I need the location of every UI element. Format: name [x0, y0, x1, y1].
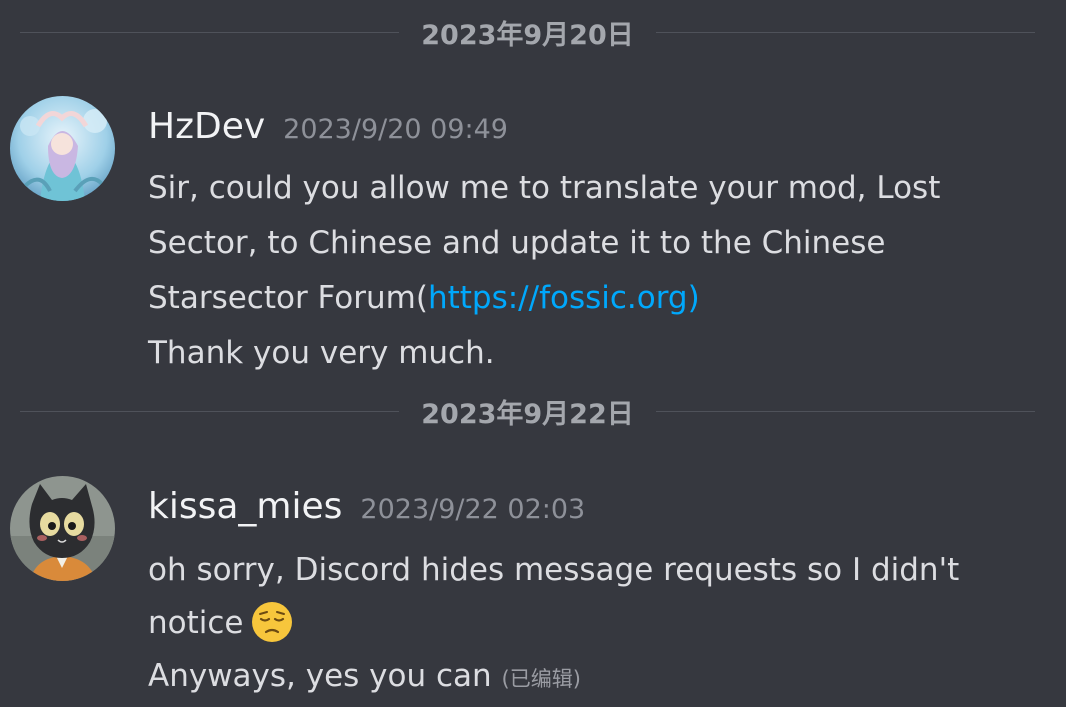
timestamp: 2023/9/22 02:03	[360, 494, 586, 525]
username[interactable]: kissa_mies	[148, 486, 342, 527]
message-line: Sir, could you allow me to translate you…	[148, 170, 941, 206]
message-line: oh sorry, Discord hides message requests…	[148, 552, 960, 588]
date-divider: 2023年9月22日	[20, 391, 1036, 431]
edited-label: (已编辑)	[501, 667, 581, 691]
message-body: oh sorry, Discord hides message requests…	[148, 544, 1028, 706]
timestamp: 2023/9/20 09:49	[283, 114, 508, 145]
message-line: Thank you very much.	[148, 335, 495, 371]
pensive-face-emoji-icon[interactable]	[250, 600, 294, 644]
message-header: HzDev 2023/9/20 09:49	[148, 106, 508, 147]
divider-line	[655, 410, 1036, 412]
message-line: Starsector Forum(https://fossic.org)	[148, 271, 1028, 326]
divider-date: 2023年9月22日	[421, 398, 634, 430]
message-text: Anyways, yes you can	[148, 658, 492, 694]
message-text: notice	[148, 605, 244, 641]
message-line: Sector, to Chinese and update it to the …	[148, 225, 886, 261]
black-cat-avatar-icon[interactable]	[10, 476, 115, 581]
message-header: kissa_mies 2023/9/22 02:03	[148, 486, 585, 527]
message-text: Starsector Forum(	[148, 280, 428, 316]
message-link[interactable]: https://fossic.org	[428, 280, 688, 316]
divider-line	[20, 410, 400, 412]
divider-date: 2023年9月20日	[421, 19, 634, 51]
message-body: Sir, could you allow me to translate you…	[148, 161, 1028, 381]
message-line: notice	[148, 597, 1028, 650]
username[interactable]: HzDev	[148, 106, 265, 147]
anime-girl-avatar-icon[interactable]	[10, 96, 115, 201]
message-text: )	[687, 280, 700, 316]
divider-line	[655, 31, 1036, 33]
date-divider: 2023年9月20日	[20, 12, 1036, 52]
divider-line	[20, 31, 400, 33]
message-line: Anyways, yes you can (已编辑)	[148, 650, 1028, 706]
